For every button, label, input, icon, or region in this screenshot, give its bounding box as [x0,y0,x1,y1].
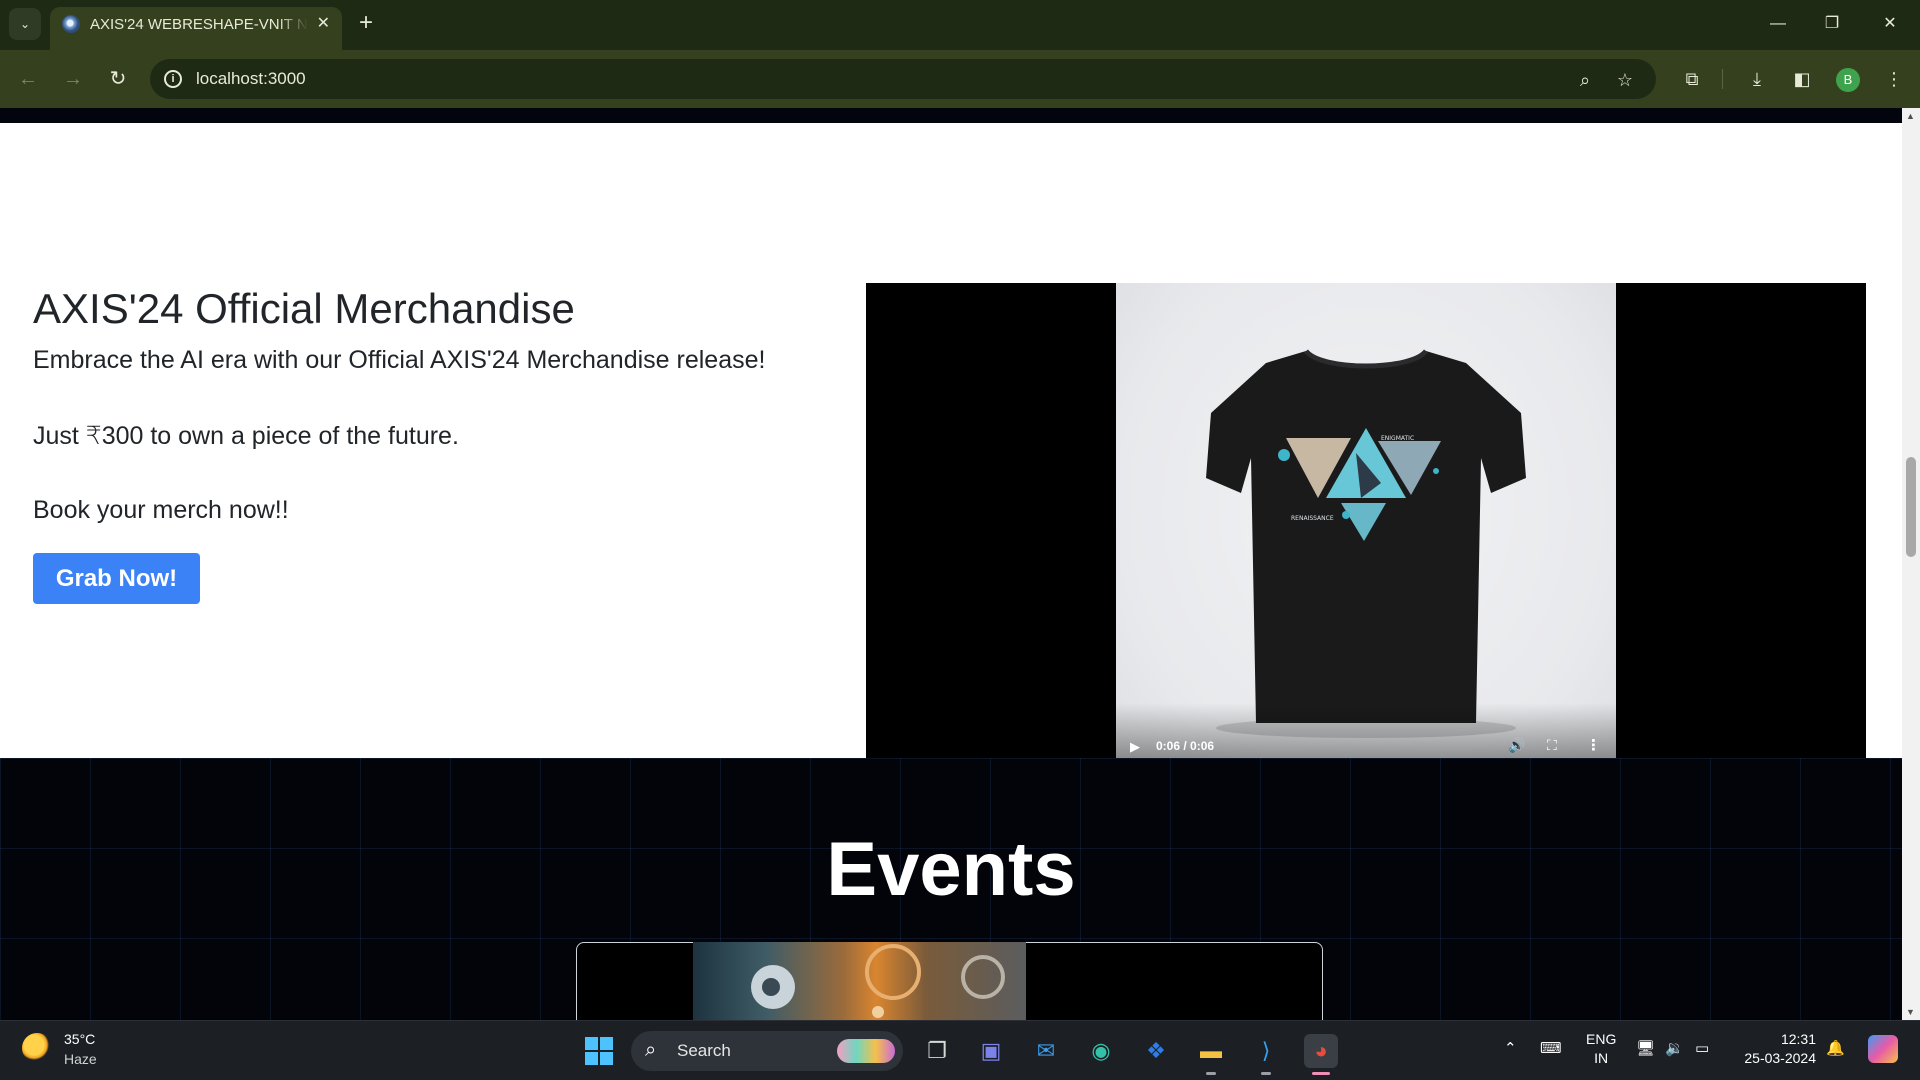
language-indicator[interactable]: ENG IN [1586,1030,1616,1068]
chrome-active-indicator [1312,1072,1330,1075]
copilot-icon[interactable] [1868,1035,1898,1063]
merch-title: AXIS'24 Official Merchandise [33,285,575,332]
fullscreen-icon[interactable]: ⛶ [1547,737,1557,754]
notification-bell-icon[interactable]: 🔔 [1826,1039,1845,1057]
arrow-left-icon[interactable]: ← [15,66,41,92]
active-tab[interactable]: AXIS'24 WEBRESHAPE-VNIT NA ✕ [50,7,342,50]
events-section: Events [0,758,1902,1020]
download-icon[interactable]: ⤓ [1745,67,1769,91]
url-text[interactable]: localhost:3000 [196,69,306,89]
merch-tagline: Embrace the AI era with our Official AXI… [33,346,766,374]
address-bar[interactable]: i localhost:3000 ⌕ ☆ [150,59,1656,99]
vscode-running-indicator [1261,1072,1271,1075]
chevron-up-icon[interactable]: ⌃ [1504,1039,1517,1057]
toolbar-divider [1722,69,1723,89]
language-code: ENG [1586,1031,1617,1047]
puzzle-icon[interactable]: ⧉ [1680,67,1704,91]
more-options-icon[interactable]: ⋮ [1586,736,1601,754]
event-image [693,942,1026,1020]
search-highlight-art [837,1039,895,1063]
new-tab-button[interactable]: + [354,11,378,35]
teams-chat-icon[interactable]: ▣ [974,1034,1008,1068]
chevron-down-icon: ⌄ [19,17,31,31]
chrome-icon[interactable]: ◕ [1304,1034,1338,1068]
minimize-button[interactable]: — [1766,12,1790,36]
page-viewport: AXIS'24 Official Merchandise Embrace the… [0,108,1902,1020]
network-icon[interactable]: 🖥 [1636,1039,1655,1057]
kebab-menu-icon[interactable]: ⋮ [1882,67,1906,91]
weather-icon[interactable] [22,1033,52,1063]
previous-section-edge [0,108,1902,123]
tab-close-icon[interactable]: ✕ [317,13,330,33]
arrow-right-icon[interactable]: → [60,66,86,92]
search-icon: ⌕ [645,1039,657,1061]
video-time: 0:06 / 0:06 [1156,739,1215,753]
browser-tab-bar: ⌄ AXIS'24 WEBRESHAPE-VNIT NA ✕ + — ❐ ✕ [0,0,1920,50]
star-icon[interactable]: ☆ [1614,69,1636,91]
volume-icon[interactable]: 🔊 [1508,737,1525,754]
task-view-icon[interactable]: ❐ [920,1034,954,1068]
weather-description[interactable]: Haze [64,1051,97,1067]
play-icon[interactable]: ▶ [1130,739,1140,755]
info-icon[interactable]: i [164,70,182,88]
file-explorer-icon[interactable]: ▬ [1194,1034,1228,1068]
page-scrollbar[interactable]: ▲ ▼ [1902,108,1920,1020]
windows-start-icon[interactable] [582,1034,616,1068]
site-favicon-icon [62,15,80,33]
windows-taskbar: 35°C Haze ⌕ Search ❐ ▣ ✉ ◉ ❖ ▬ ⟩ ◕ ⌃ ⌨ E… [0,1020,1920,1080]
tab-title: AXIS'24 WEBRESHAPE-VNIT NA [90,16,308,34]
browser-toolbar: ← → ↻ i localhost:3000 ⌕ ☆ ⧉ ⤓ ◧ B ⋮ [0,50,1920,108]
scroll-up-icon[interactable]: ▲ [1906,111,1915,121]
grab-now-button[interactable]: Grab Now! [33,553,200,604]
weather-temperature[interactable]: 35°C [64,1031,95,1047]
explorer-running-indicator [1206,1072,1216,1075]
keyboard-icon[interactable]: ⌨ [1540,1039,1562,1057]
dropbox-icon[interactable]: ❖ [1139,1034,1173,1068]
zoom-icon[interactable]: ⌕ [1574,69,1596,91]
restore-button[interactable]: ❐ [1820,12,1844,36]
shirt-print-bottom-text: RENAISSANCE [1291,515,1334,522]
scrollbar-thumb[interactable] [1906,457,1916,557]
event-card[interactable] [576,942,1323,1020]
merch-cta-text: Book your merch now!! [33,496,289,524]
events-title: Events [826,827,1076,912]
merch-price: Just ₹300 to own a piece of the future. [33,422,459,450]
side-panel-icon[interactable]: ◧ [1790,67,1814,91]
system-clock[interactable]: 12:31 25-03-2024 [1738,1030,1816,1068]
tab-list-button[interactable]: ⌄ [9,8,41,40]
clock-time: 12:31 [1780,1031,1816,1047]
profile-avatar[interactable]: B [1836,68,1860,92]
clock-date: 25-03-2024 [1744,1050,1816,1066]
mail-icon[interactable]: ✉ [1029,1034,1063,1068]
reload-icon[interactable]: ↻ [105,66,131,92]
close-window-button[interactable]: ✕ [1878,12,1902,36]
scroll-down-icon[interactable]: ▼ [1906,1007,1915,1017]
edge-icon[interactable]: ◉ [1084,1034,1118,1068]
shirt-print-top-text: ENIGMATIC [1381,435,1414,442]
volume-icon[interactable]: 🔉 [1665,1039,1684,1057]
video-frame[interactable]: ENIGMATIC RENAISSANCE ▶ 0:06 / 0:06 🔊 ⛶ … [1116,283,1616,783]
vscode-icon[interactable]: ⟩ [1249,1034,1283,1068]
merch-video-player[interactable]: ENIGMATIC RENAISSANCE ▶ 0:06 / 0:06 🔊 ⛶ … [866,283,1866,783]
region-code: IN [1594,1050,1609,1066]
battery-icon[interactable]: ▭ [1695,1039,1709,1057]
search-label: Search [677,1041,731,1060]
taskbar-search[interactable]: ⌕ Search [631,1031,903,1071]
